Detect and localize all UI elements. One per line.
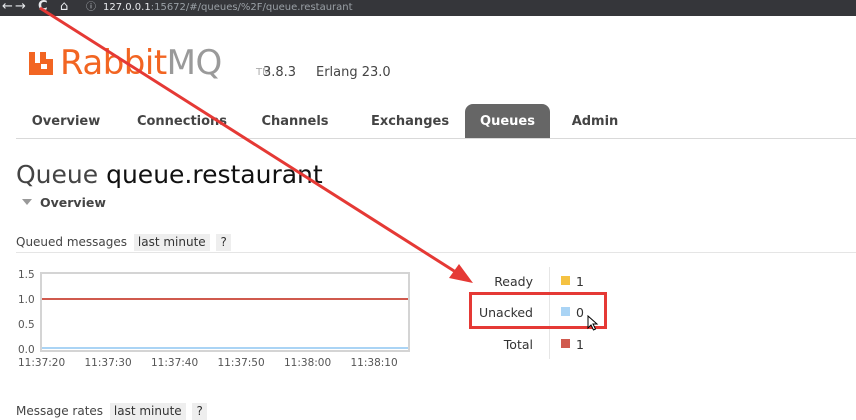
annotation-arrow — [39, 6, 473, 283]
annotation-arrow-line — [39, 6, 463, 278]
mouse-cursor-icon — [587, 315, 599, 331]
annotation-arrowhead — [449, 264, 473, 283]
